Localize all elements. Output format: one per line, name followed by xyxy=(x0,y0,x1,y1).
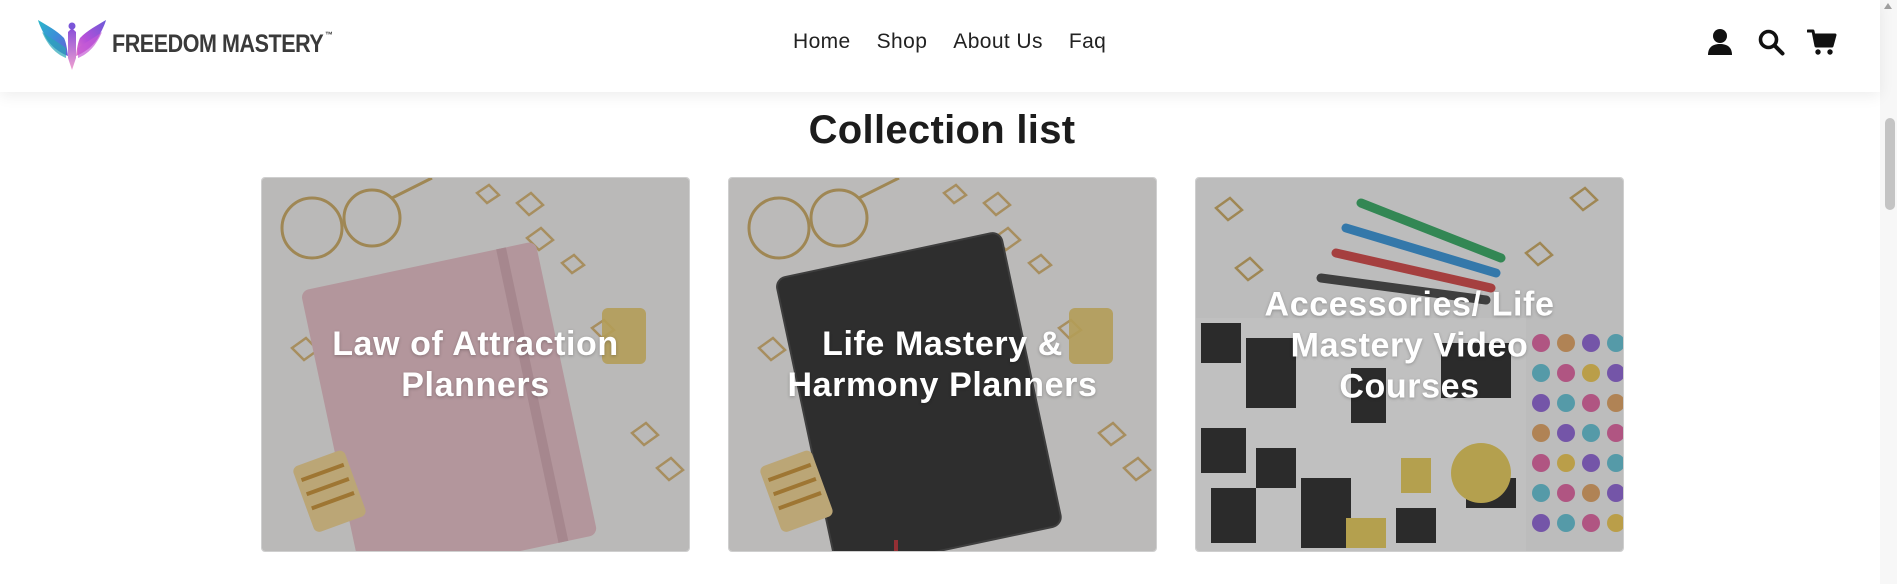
nav-home[interactable]: Home xyxy=(780,26,864,58)
cart-icon xyxy=(1807,29,1837,55)
cart-button[interactable] xyxy=(1805,24,1839,60)
search-icon xyxy=(1758,29,1785,56)
collection-card-accessories-video-courses[interactable]: Accessories/ Life Mastery Video Courses xyxy=(1195,177,1624,552)
site-header: FREEDOM MASTERY ™ Home Shop About Us Faq xyxy=(0,0,1880,92)
card-title: Accessories/ Life Mastery Video Courses xyxy=(1264,285,1555,405)
collection-card-law-of-attraction[interactable]: Law of Attraction Planners xyxy=(261,177,690,552)
main-nav: Home Shop About Us Faq xyxy=(780,26,1119,58)
search-button[interactable] xyxy=(1754,24,1788,60)
header-actions xyxy=(1703,24,1839,60)
page-scrollbar[interactable] xyxy=(1880,0,1897,584)
nav-shop[interactable]: Shop xyxy=(864,26,941,58)
user-icon xyxy=(1708,29,1732,55)
card-title: Life Mastery & Harmony Planners xyxy=(787,324,1098,404)
nav-about-us[interactable]: About Us xyxy=(940,26,1056,58)
scroll-up-arrow-icon[interactable] xyxy=(1884,3,1892,9)
collection-title: Collection list xyxy=(808,108,1076,152)
card-title: Law of Attraction Planners xyxy=(332,324,619,404)
account-button[interactable] xyxy=(1703,24,1737,60)
scroll-thumb[interactable] xyxy=(1885,118,1895,210)
brand-logo[interactable]: FREEDOM MASTERY ™ xyxy=(36,12,368,72)
winged-emblem-icon xyxy=(38,20,106,70)
nav-faq[interactable]: Faq xyxy=(1056,26,1119,58)
collection-card-life-mastery-harmony[interactable]: Life Mastery & Harmony Planners xyxy=(728,177,1157,552)
brand-name: FREEDOM MASTERY ™ xyxy=(112,29,333,58)
